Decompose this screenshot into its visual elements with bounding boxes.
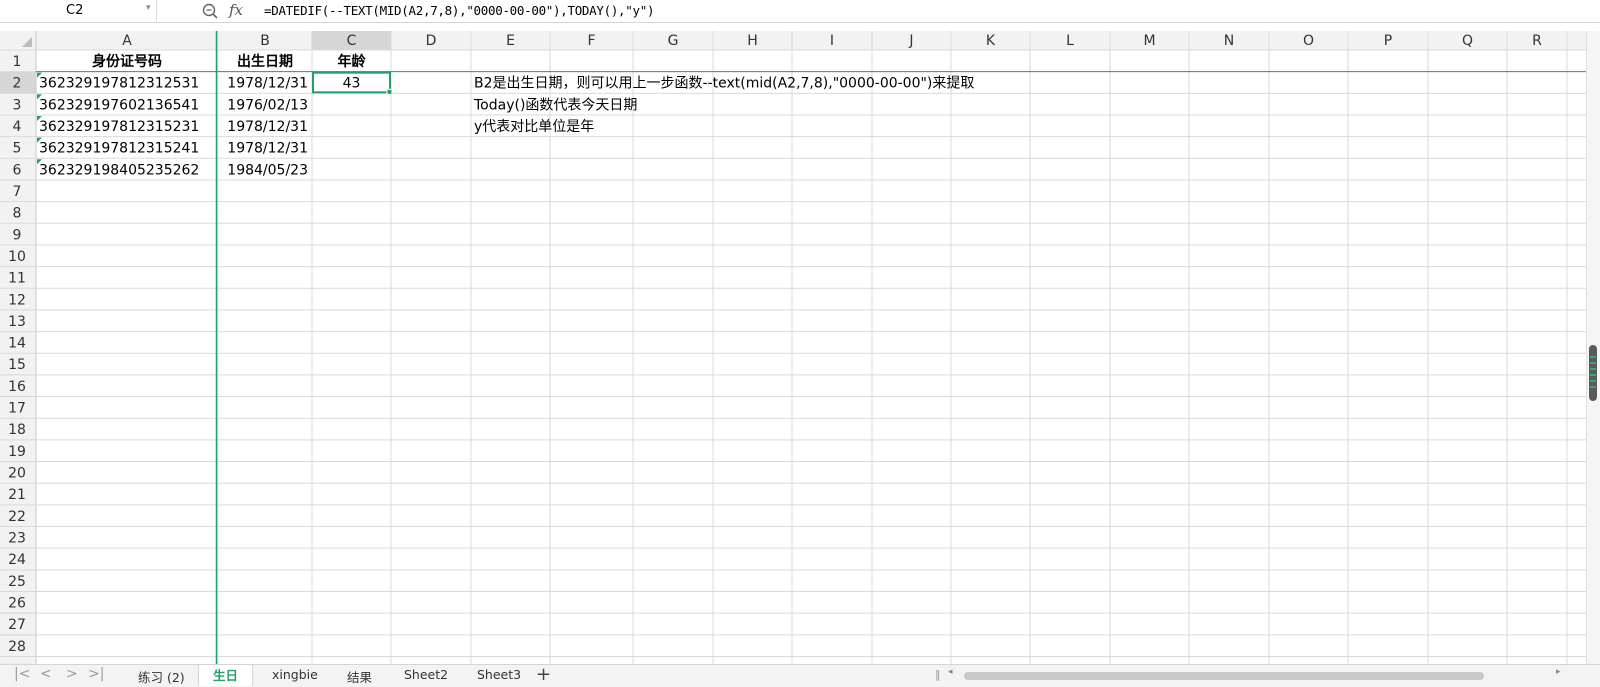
row-header-18[interactable]: 18 xyxy=(8,422,26,438)
sheet-tab-result[interactable]: 结果 xyxy=(347,667,372,686)
row-header-25[interactable]: 25 xyxy=(8,574,26,590)
row-header-11[interactable]: 11 xyxy=(8,271,26,287)
cell-a6[interactable]: 362329198405235262 xyxy=(39,162,199,178)
row-header-7[interactable]: 7 xyxy=(13,184,22,200)
row-header-3[interactable]: 3 xyxy=(13,97,22,113)
column-header-g[interactable]: G xyxy=(668,33,679,49)
split-handle-icon[interactable]: ‖ xyxy=(935,668,941,681)
row-header-26[interactable]: 26 xyxy=(8,596,26,612)
cell-a2[interactable]: 362329197812312531 xyxy=(39,76,199,92)
first-sheet-icon[interactable]: |< xyxy=(14,666,30,682)
column-header-k[interactable]: K xyxy=(986,33,996,49)
row-header-6[interactable]: 6 xyxy=(13,162,22,178)
row-header-10[interactable]: 10 xyxy=(8,249,26,265)
next-sheet-icon[interactable]: > xyxy=(66,666,78,682)
cell-b5[interactable]: 1978/12/31 xyxy=(227,141,308,157)
row-header-24[interactable]: 24 xyxy=(8,552,26,568)
sheet-canvas[interactable]: A B C D E F G H I J K L M N O P Q R1234567891011121314151… xyxy=(0,31,1586,664)
cell-b6[interactable]: 1984/05/23 xyxy=(227,162,308,178)
column-header-l[interactable]: L xyxy=(1066,33,1074,49)
name-box[interactable]: C2 ▾ xyxy=(0,0,157,21)
sheet-tab-xingbie[interactable]: xingbie xyxy=(272,667,318,682)
add-sheet-icon[interactable]: + xyxy=(536,664,551,685)
name-box-value: C2 xyxy=(66,3,84,18)
column-header-e[interactable]: E xyxy=(506,33,515,49)
column-header-r[interactable]: R xyxy=(1532,33,1542,49)
cell-e3[interactable]: Today()函数代表今天日期 xyxy=(473,97,637,113)
row-header-20[interactable]: 20 xyxy=(8,466,26,482)
formula-bar: C2 ▾ fx =DATEDIF(--TEXT(MID(A2,7,8),"000… xyxy=(0,0,1600,23)
row-header-8[interactable]: 8 xyxy=(13,206,22,222)
column-header-m[interactable]: M xyxy=(1143,33,1155,49)
spreadsheet-grid[interactable]: A B C D E F G H I J K L M N O P Q R 1 2 3 4 5 6 7 8 9 10 11 12 13 14 15 1… xyxy=(0,31,1586,664)
row-header-19[interactable]: 19 xyxy=(8,444,26,460)
column-header-h[interactable]: H xyxy=(747,33,758,49)
column-header-o[interactable]: O xyxy=(1303,33,1314,49)
cell-b4[interactable]: 1978/12/31 xyxy=(227,119,308,135)
row-header-5[interactable]: 5 xyxy=(13,141,22,157)
column-header-f[interactable]: F xyxy=(587,33,595,49)
cell-a3[interactable]: 362329197602136541 xyxy=(39,97,199,113)
scroll-left-icon[interactable]: ◂ xyxy=(948,667,953,677)
column-header-q[interactable]: Q xyxy=(1462,33,1473,49)
column-header-j[interactable]: J xyxy=(908,33,913,49)
row-header-14[interactable]: 14 xyxy=(8,336,26,352)
fill-handle[interactable] xyxy=(386,88,393,95)
fx-icon[interactable]: fx xyxy=(229,1,243,19)
cell-b2[interactable]: 1978/12/31 xyxy=(227,76,308,92)
cell-c1[interactable]: 年龄 xyxy=(338,53,367,70)
column-header-c[interactable]: C xyxy=(347,33,357,49)
row-header-28[interactable]: 28 xyxy=(8,639,26,655)
row-header-9[interactable]: 9 xyxy=(13,227,22,243)
prev-sheet-icon[interactable]: < xyxy=(40,666,52,682)
row-header-22[interactable]: 22 xyxy=(8,509,26,525)
last-sheet-icon[interactable]: >| xyxy=(88,666,104,682)
cell-e2[interactable]: B2是出生日期，则可以用上一步函数--text(mid(A2,7,8),"000… xyxy=(474,76,974,92)
cell-b3[interactable]: 1976/02/13 xyxy=(227,97,308,113)
cell-b1[interactable]: 出生日期 xyxy=(237,53,293,70)
sheet-tab-sheet3[interactable]: Sheet3 xyxy=(477,667,521,682)
cell-a5[interactable]: 362329197812315241 xyxy=(39,141,199,157)
sheet-tab-birthday[interactable]: 生日 xyxy=(198,665,254,686)
row-header-4[interactable]: 4 xyxy=(13,119,22,135)
grip-icon xyxy=(1590,356,1596,388)
cell-a1[interactable]: 身份证号码 xyxy=(92,53,162,70)
vertical-scrollbar[interactable] xyxy=(1586,31,1600,664)
row-header-16[interactable]: 16 xyxy=(8,379,26,395)
zoom-icon[interactable] xyxy=(200,1,220,21)
sheet-tab-sheet2[interactable]: Sheet2 xyxy=(404,667,448,682)
cell-a4[interactable]: 362329197812315231 xyxy=(39,119,199,135)
column-header-n[interactable]: N xyxy=(1224,33,1234,49)
column-header-d[interactable]: D xyxy=(426,33,437,49)
cell-c2[interactable]: 43 xyxy=(343,76,361,92)
column-header-p[interactable]: P xyxy=(1384,33,1392,49)
sheet-tab-practice2[interactable]: 练习 (2) xyxy=(138,667,185,686)
row-header-23[interactable]: 23 xyxy=(8,531,26,547)
formula-input[interactable]: =DATEDIF(--TEXT(MID(A2,7,8),"0000-00-00"… xyxy=(264,3,654,18)
row-header-12[interactable]: 12 xyxy=(8,292,26,308)
row-header-1[interactable]: 1 xyxy=(13,54,22,70)
column-header-a[interactable]: A xyxy=(122,33,132,49)
row-header-17[interactable]: 17 xyxy=(8,401,26,417)
sheet-tab-bar: |< < > >| 练习 (2) 生日 xingbie 结果 Sheet2 Sh… xyxy=(0,664,1600,687)
row-header-13[interactable]: 13 xyxy=(8,314,26,330)
chevron-down-icon[interactable]: ▾ xyxy=(146,3,151,13)
cell-e4[interactable]: y代表对比单位是年 xyxy=(474,119,594,135)
row-header-27[interactable]: 27 xyxy=(8,617,26,633)
horizontal-scrollbar[interactable]: ◂ ▸ xyxy=(948,667,1568,682)
row-header-15[interactable]: 15 xyxy=(8,357,26,373)
column-header-b[interactable]: B xyxy=(260,33,270,49)
scroll-right-icon[interactable]: ▸ xyxy=(1556,667,1561,677)
column-header-i[interactable]: I xyxy=(830,33,834,49)
row-header-21[interactable]: 21 xyxy=(8,487,26,503)
horizontal-scrollbar-thumb[interactable] xyxy=(964,672,1484,680)
row-header-2[interactable]: 2 xyxy=(13,76,22,92)
